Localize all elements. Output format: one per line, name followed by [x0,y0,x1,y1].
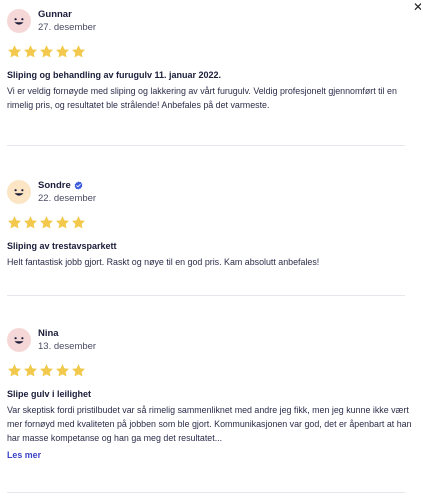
avatar [7,328,31,352]
star-icon [71,364,86,377]
review-title: Sliping av trestavsparkett [7,241,117,251]
star-icon [23,45,38,58]
smiley-avatar-icon [7,9,31,33]
review-header: Nina 13. desember [7,325,413,355]
star-rating [7,215,413,231]
star-icon [39,216,54,229]
review-card: Nina 13. desember Slipe gulv i leilighet… [7,325,413,463]
avatar [7,180,31,204]
star-icon [55,364,70,377]
star-icon [71,45,86,58]
star-icon [39,45,54,58]
star-icon [7,45,22,58]
smiley-avatar-icon [7,180,31,204]
review-text: Var skeptisk fordi pristilbudet var så r… [7,405,412,443]
star-icon [55,45,70,58]
read-more-link[interactable]: Les mer [7,449,41,462]
star-icon [71,216,86,229]
divider [7,145,405,146]
star-icon [55,216,70,229]
smiley-avatar-icon [7,328,31,352]
review-header: Gunnar 27. desember [7,6,413,36]
review-card: Sondre 22. desember Sliping av trestavsp… [7,177,413,269]
star-icon [39,364,54,377]
star-icon [7,216,22,229]
review-text: Helt fantastisk jobb gjort. Raskt og nøy… [7,257,320,267]
review-date: 13. desember [38,341,97,352]
review-header: Sondre 22. desember [7,177,413,207]
avatar [7,9,31,33]
star-rating [7,363,413,379]
divider [7,492,405,493]
review-title: Sliping og behandling av furugulv 11. ja… [7,70,222,80]
star-icon [23,364,38,377]
star-icon [7,364,22,377]
reviewer-name: Gunnar [38,9,72,20]
star-rating [7,44,413,60]
review-text: Vi er veldig fornøyde med sliping og lak… [7,86,397,110]
review-title: Slipe gulv i leilighet [7,389,92,399]
close-icon[interactable]: ✕ [413,2,421,12]
reviews-page: ✕ Gunnar 27. desember Sliping og behandl… [0,0,423,500]
star-icon [23,216,38,229]
verified-badge-icon [74,181,83,190]
reviewer-name: Sondre [38,180,71,191]
review-date: 27. desember [38,22,97,33]
review-date: 22. desember [38,193,97,204]
divider [7,295,405,296]
reviewer-name: Nina [38,328,59,339]
review-card: Gunnar 27. desember Sliping og behandlin… [7,6,413,112]
